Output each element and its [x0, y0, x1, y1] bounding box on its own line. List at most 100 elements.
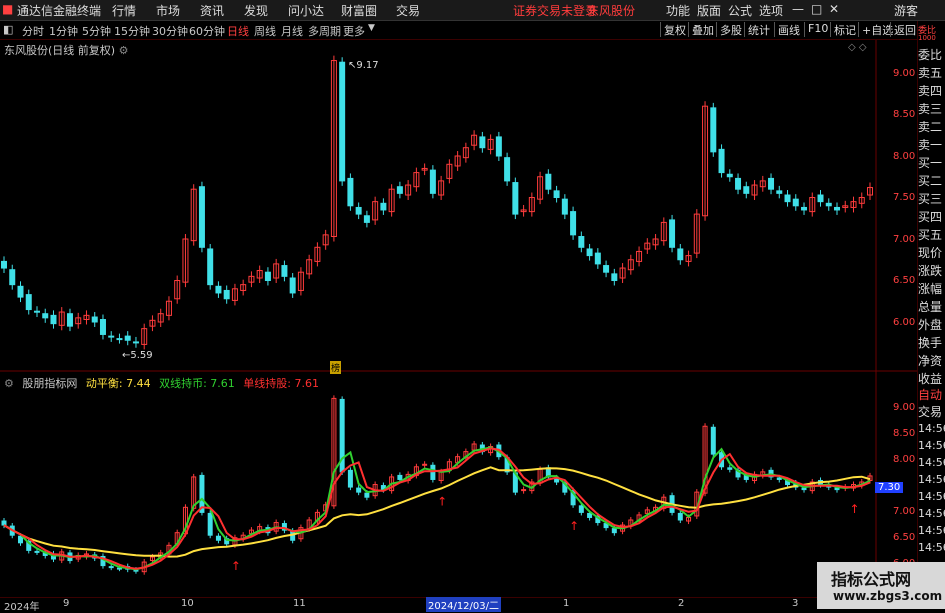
main-candle	[586, 248, 593, 257]
main-candle	[198, 186, 205, 248]
tool-button[interactable]: 画线	[774, 22, 803, 37]
main-candle	[801, 206, 808, 211]
period-tab[interactable]: 分时	[22, 23, 44, 39]
main-candle	[116, 338, 123, 341]
cutoff-time: 14:56	[918, 524, 945, 537]
main-candle	[669, 219, 676, 248]
ind-candle	[1, 520, 7, 526]
main-candle	[545, 173, 552, 190]
watermark-url: www.zbgs3.com	[833, 589, 943, 603]
yellow-balance-line	[3, 466, 871, 558]
menu-trade[interactable]: 交易	[396, 2, 420, 19]
main-candle	[215, 285, 222, 294]
main-candle	[99, 319, 106, 335]
main-candle	[132, 341, 139, 344]
high-price-value: 9.17	[356, 60, 379, 71]
auto-label[interactable]: 自动	[918, 386, 945, 403]
main-candle	[124, 335, 131, 341]
period-tab[interactable]: 30分钟	[152, 23, 188, 39]
main-candle	[264, 271, 271, 281]
cutoff-time: 14:56	[918, 422, 945, 435]
ind-y-tick: 8.00	[893, 454, 916, 465]
tool-button[interactable]: 多股	[716, 22, 745, 37]
ind-candle	[776, 477, 782, 480]
guest-label[interactable]: 游客	[894, 2, 918, 19]
menu-ask[interactable]: 问小达	[288, 2, 324, 19]
main-candle	[363, 215, 370, 223]
ind-y-tick: 8.50	[893, 428, 916, 439]
tool-button[interactable]: 统计	[744, 22, 773, 37]
menu-wealth[interactable]: 财富圈	[341, 2, 377, 19]
period-tab[interactable]: 周线	[254, 23, 276, 39]
ind-candle	[710, 426, 716, 455]
minimize-icon[interactable]: —	[792, 2, 804, 16]
menu-discover[interactable]: 发现	[244, 2, 268, 19]
main-candle	[677, 248, 684, 261]
ind-candle	[215, 535, 221, 541]
tool-button[interactable]: 叠加	[688, 22, 717, 37]
main-candle	[396, 186, 403, 194]
low-price-label: ←5.59	[122, 350, 153, 361]
menu-news[interactable]: 资讯	[200, 2, 224, 19]
menu-bar: ■ 通达信金融终端 行情 市场 资讯 发现 问小达 财富圈 交易 证券交易未登录…	[0, 0, 945, 21]
period-tab[interactable]: 60分钟	[189, 23, 225, 39]
main-candle	[223, 289, 230, 300]
settings-icon[interactable]: ⚙	[4, 377, 14, 390]
kline-chart[interactable]: ↑ ↑ ↑ ↑	[0, 40, 918, 595]
trade-label[interactable]: 交易	[918, 403, 945, 420]
tool-button[interactable]: 复权	[660, 22, 689, 37]
period-tab[interactable]: 5分钟	[82, 23, 111, 39]
stock-name: 东风股份	[587, 4, 636, 18]
quote-field-label: 卖三	[918, 102, 943, 116]
main-candle	[784, 194, 791, 203]
indicator-name[interactable]: 股朋指标网	[22, 377, 77, 390]
x-cursor-date: 2024/12/03/二	[426, 597, 502, 612]
main-candle	[792, 198, 799, 207]
ind-candle	[397, 474, 403, 480]
tool-button[interactable]: 标记	[830, 22, 859, 37]
ind-candle	[116, 567, 122, 570]
menu-market[interactable]: 行情	[112, 2, 136, 19]
quote-field-label: 卖五	[918, 66, 943, 80]
menu-exchange[interactable]: 市场	[156, 2, 180, 19]
main-candle	[42, 313, 49, 319]
main-candle	[561, 198, 568, 215]
x-tick: 2	[678, 598, 685, 609]
y-tick: 8.00	[893, 151, 916, 162]
ind-candle	[611, 528, 617, 534]
menu-formula[interactable]: 公式	[728, 2, 752, 19]
menu-options[interactable]: 选项	[759, 2, 783, 19]
indicator-line-hold-stock: 单线持股: 7.61	[243, 377, 319, 390]
menu-function[interactable]: 功能	[666, 2, 690, 19]
ind-y-tick: 9.00	[893, 402, 916, 413]
menu-layout[interactable]: 版面	[697, 2, 721, 19]
tool-button[interactable]: 返回	[890, 22, 919, 37]
period-tab[interactable]: 月线	[281, 23, 303, 39]
quote-field-label: 收益	[918, 372, 943, 386]
quote-field-label: 现价	[918, 246, 943, 260]
period-tab-more[interactable]: 更多	[343, 23, 365, 39]
tool-button[interactable]: F10	[804, 22, 831, 37]
chevron-down-icon[interactable]: ▼	[368, 23, 375, 33]
ranking-tag[interactable]: 榜	[330, 361, 342, 374]
ind-candle	[347, 469, 353, 488]
close-icon[interactable]: ✕	[829, 2, 839, 16]
main-candle	[380, 202, 387, 211]
main-candle	[817, 194, 824, 203]
period-tab[interactable]: 15分钟	[114, 23, 150, 39]
ind-candle	[727, 467, 733, 470]
maximize-icon[interactable]: □	[811, 2, 822, 16]
period-tab[interactable]: 1分钟	[49, 23, 78, 39]
login-notice[interactable]: 证券交易未登录	[513, 2, 597, 19]
ind-candle	[587, 512, 593, 518]
ind-candle	[677, 512, 683, 521]
period-tab-active[interactable]: 日线	[227, 23, 249, 39]
quote-field-label: 外盘	[918, 318, 943, 332]
x-tick: 1	[563, 598, 570, 609]
ind-candle	[34, 550, 40, 553]
y-tick: 6.00	[893, 317, 916, 328]
cutoff-time: 14:56	[918, 473, 945, 486]
quote-field-label: 涨跌	[918, 264, 943, 278]
period-tab[interactable]: 多周期	[308, 23, 341, 39]
square-icon[interactable]: ◧	[3, 23, 13, 36]
